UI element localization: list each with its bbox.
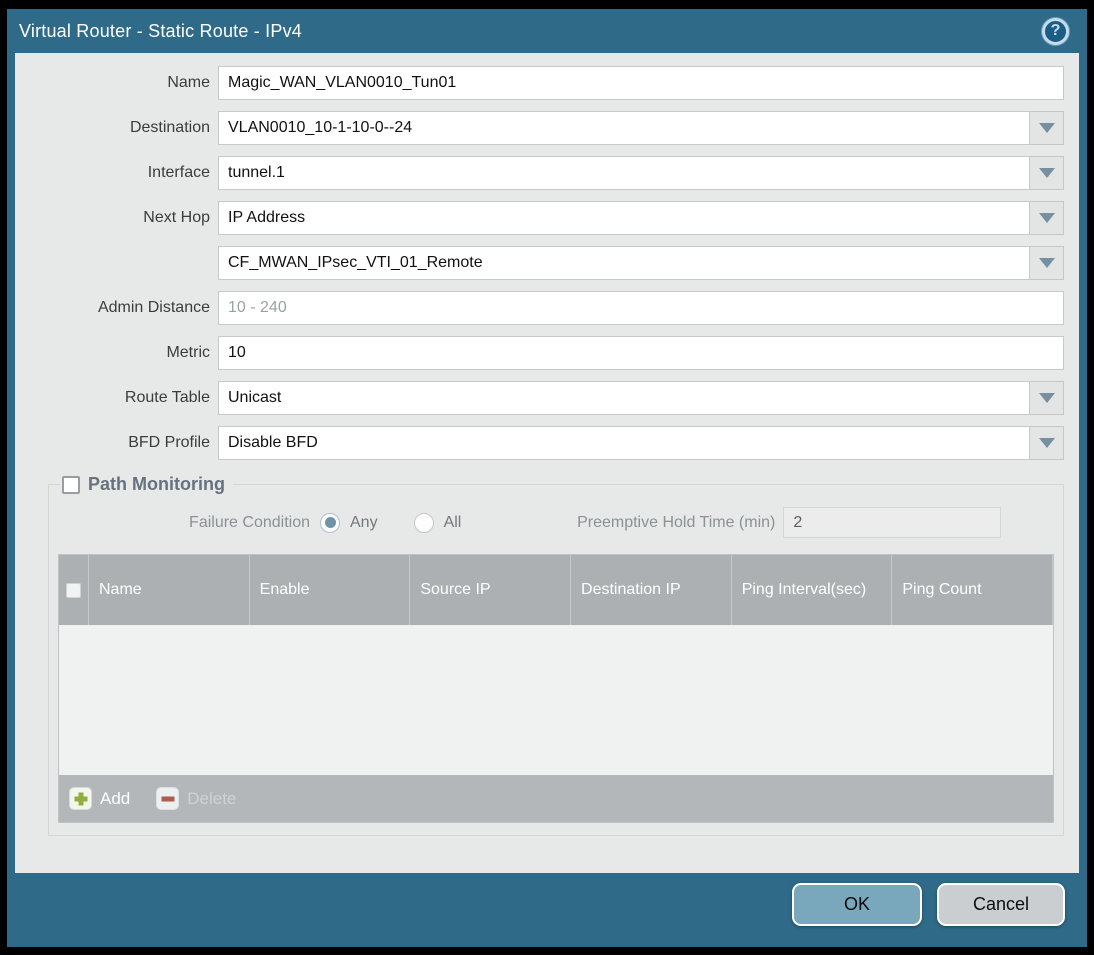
bfd-profile-row: BFD Profile (30, 426, 1064, 460)
path-monitoring-section: Path Monitoring Failure Condition Any Al… (48, 474, 1064, 836)
interface-label: Interface (147, 164, 210, 181)
chevron-down-icon (1038, 258, 1055, 268)
next-hop-row: Next Hop (30, 201, 1064, 235)
add-button[interactable]: Add (69, 787, 130, 810)
admin-distance-input[interactable] (218, 291, 1064, 325)
select-all-header-cell (59, 555, 89, 625)
column-header-ping-count: Ping Count (892, 555, 1054, 625)
path-monitoring-table: Name Enable Source IP Destination IP Pin… (58, 554, 1054, 823)
next-hop-label: Next Hop (143, 209, 210, 226)
next-hop-address-input[interactable] (218, 246, 1030, 280)
chevron-down-icon (1038, 438, 1055, 448)
minus-icon (156, 787, 180, 810)
bfd-profile-dropdown-button[interactable] (1030, 426, 1064, 460)
destination-dropdown-button[interactable] (1030, 111, 1064, 145)
dialog-title: Virtual Router - Static Route - IPv4 (19, 20, 302, 41)
cancel-button[interactable]: Cancel (937, 883, 1065, 926)
path-monitoring-checkbox[interactable] (62, 475, 80, 494)
interface-row: Interface (30, 156, 1064, 190)
metric-input[interactable] (218, 336, 1064, 370)
failure-condition-radio-group: Any All (320, 512, 462, 533)
select-all-checkbox (66, 582, 81, 598)
route-table-label: Route Table (124, 389, 210, 406)
column-header-name: Name (89, 555, 250, 625)
column-header-source-ip: Source IP (410, 555, 572, 625)
radio-label-any: Any (350, 513, 378, 531)
plus-icon (69, 787, 92, 810)
chevron-down-icon (1038, 168, 1055, 178)
failure-condition-label: Failure Condition (189, 513, 310, 531)
ok-button[interactable]: OK (792, 883, 922, 926)
interface-input[interactable] (218, 156, 1030, 190)
column-header-ping-interval: Ping Interval(sec) (732, 555, 893, 625)
table-body-empty (59, 625, 1053, 775)
delete-button: Delete (156, 787, 236, 810)
dialog-window: Virtual Router - Static Route - IPv4 ? N… (7, 9, 1087, 947)
route-table-input[interactable] (218, 381, 1030, 415)
column-header-destination-ip: Destination IP (571, 555, 732, 625)
next-hop-type-input[interactable] (218, 201, 1030, 235)
admin-distance-label: Admin Distance (97, 299, 210, 316)
next-hop-address-row (30, 246, 1064, 280)
destination-label: Destination (129, 119, 210, 136)
metric-label: Metric (166, 344, 210, 361)
metric-row: Metric (30, 336, 1064, 370)
failure-condition-row: Failure Condition Any All Preemptive Hol… (58, 507, 1054, 538)
chevron-down-icon (1038, 393, 1055, 403)
dialog-body: Name Destination Interface Next Hop (15, 53, 1079, 873)
chevron-down-icon (1038, 213, 1055, 223)
title-bar: Virtual Router - Static Route - IPv4 ? (7, 9, 1087, 53)
name-label: Name (167, 74, 210, 91)
route-table-row: Route Table (30, 381, 1064, 415)
table-header-row: Name Enable Source IP Destination IP Pin… (59, 555, 1054, 625)
chevron-down-icon (1038, 123, 1055, 133)
dialog-footer: OK Cancel (7, 873, 1087, 947)
add-button-label: Add (100, 788, 131, 808)
admin-distance-row: Admin Distance (30, 291, 1064, 325)
radio-label-all: All (443, 513, 462, 531)
delete-button-label: Delete (187, 788, 237, 808)
path-monitoring-legend: Path Monitoring (60, 474, 233, 495)
radio-option-all: All (413, 512, 462, 533)
radio-option-any: Any (320, 512, 378, 533)
bfd-profile-input[interactable] (218, 426, 1030, 460)
destination-row: Destination (30, 111, 1064, 145)
table-footer-bar: Add Delete (59, 775, 1053, 822)
column-header-enable: Enable (250, 555, 411, 625)
name-row: Name (30, 66, 1064, 100)
interface-dropdown-button[interactable] (1030, 156, 1064, 190)
bfd-profile-label: BFD Profile (128, 434, 210, 451)
name-input[interactable] (218, 66, 1064, 100)
route-table-dropdown-button[interactable] (1030, 381, 1064, 415)
destination-input[interactable] (218, 111, 1030, 145)
preemptive-hold-time-input (783, 507, 1002, 538)
path-monitoring-title: Path Monitoring (88, 474, 225, 494)
radio-button-any (320, 512, 340, 533)
next-hop-dropdown-button[interactable] (1030, 201, 1064, 235)
radio-button-all (413, 512, 434, 533)
preemptive-hold-time-label: Preemptive Hold Time (min) (577, 513, 776, 531)
next-hop-address-dropdown-button[interactable] (1030, 246, 1064, 280)
help-icon[interactable]: ? (1042, 17, 1069, 45)
